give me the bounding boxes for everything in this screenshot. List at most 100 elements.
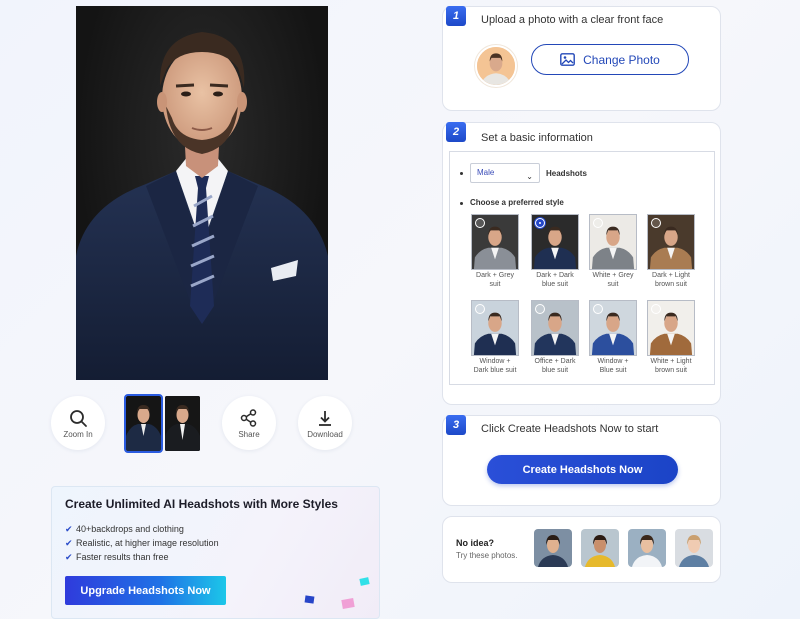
style-caption: Dark + Light brown suit <box>646 272 696 289</box>
confetti-decoration <box>359 577 370 586</box>
gender-select-value: Male <box>477 168 495 177</box>
thumbnail-strip <box>124 394 200 453</box>
step-1-card: 1 Upload a photo with a clear front face… <box>442 6 721 111</box>
confetti-decoration <box>304 595 315 604</box>
style-caption-line: Dark blue suit <box>473 366 517 374</box>
step-3-card: 3 Click Create Headshots Now to start Cr… <box>442 415 721 506</box>
change-photo-button[interactable]: Change Photo <box>531 44 689 75</box>
style-radio[interactable] <box>651 304 661 314</box>
style-thumbnail <box>531 214 579 270</box>
style-radio[interactable] <box>593 304 603 314</box>
style-caption: Window + Blue suit <box>588 358 638 375</box>
style-option[interactable]: Dark + Grey suit <box>470 214 520 289</box>
style-caption-line: White + Light <box>650 358 692 365</box>
check-icon: ✔ <box>65 538 73 548</box>
style-caption: Dark + Grey suit <box>470 272 520 289</box>
style-caption-line: blue suit <box>541 280 569 288</box>
style-option[interactable]: Window + Blue suit <box>588 300 638 375</box>
style-caption: White + Light brown suit <box>646 358 696 375</box>
download-icon <box>319 410 331 426</box>
headshot-preview-image <box>76 6 328 380</box>
style-thumbnail <box>647 300 695 356</box>
style-option[interactable]: Dark + Dark blue suit <box>530 214 580 289</box>
bullet-dot <box>460 172 463 175</box>
style-caption-line: suit <box>489 280 501 288</box>
style-caption-line: Dark + Dark <box>536 272 574 279</box>
style-caption-line: Window + <box>479 358 511 365</box>
style-radio[interactable] <box>535 218 545 228</box>
style-radio[interactable] <box>593 218 603 228</box>
promo-feature: ✔ Realistic, at higher image resolution <box>65 538 219 548</box>
style-caption-line: blue suit <box>541 366 569 374</box>
style-thumbnail <box>647 214 695 270</box>
style-caption-line: Blue suit <box>599 366 627 374</box>
promo-feature: ✔ 40+backdrops and clothing <box>65 524 184 534</box>
style-option[interactable]: White + Grey suit <box>588 214 638 289</box>
style-radio[interactable] <box>475 304 485 314</box>
style-caption-line: Window + <box>597 358 629 365</box>
thumbnail-black-suit[interactable] <box>165 396 200 451</box>
style-option[interactable]: White + Light brown suit <box>646 300 696 375</box>
style-option[interactable]: Window + Dark blue suit <box>470 300 520 375</box>
image-icon <box>560 53 576 66</box>
step-3-badge: 3 <box>446 415 466 435</box>
create-headshots-button[interactable]: Create Headshots Now <box>487 455 678 484</box>
style-caption-line: Office + Dark <box>534 358 576 365</box>
share-label: Share <box>238 429 260 439</box>
gender-select[interactable]: Male ⌄ <box>470 163 540 183</box>
step-2-badge: 2 <box>446 122 466 142</box>
chevron-down-icon: ⌄ <box>526 172 533 181</box>
confetti-decoration <box>341 598 355 609</box>
style-caption-line: White + Grey <box>592 272 634 279</box>
style-option[interactable]: Dark + Light brown suit <box>646 214 696 289</box>
style-caption-line: brown suit <box>655 280 687 288</box>
style-section-label: Choose a preferred style <box>470 198 564 207</box>
style-thumbnail <box>471 214 519 270</box>
style-caption: Dark + Dark blue suit <box>530 272 580 289</box>
zoom-in-button[interactable]: Zoom In <box>51 396 105 450</box>
sample-man-white-shirt[interactable] <box>628 529 666 567</box>
change-photo-label: Change Photo <box>583 52 660 67</box>
promo-title: Create Unlimited AI Headshots with More … <box>65 497 338 511</box>
sample-woman-yellow[interactable] <box>581 529 619 567</box>
headshots-label: Headshots <box>546 169 587 178</box>
style-option[interactable]: Office + Dark blue suit <box>530 300 580 375</box>
share-icon <box>240 408 257 427</box>
sample-woman-blonde[interactable] <box>675 529 713 567</box>
check-icon: ✔ <box>65 552 73 562</box>
basic-info-panel: Male ⌄ Headshots Choose a preferred styl… <box>449 151 715 385</box>
promo-feature: ✔ Faster results than free <box>65 552 169 562</box>
bullet-dot <box>460 202 463 205</box>
style-thumbnail <box>589 214 637 270</box>
style-radio[interactable] <box>651 218 661 228</box>
style-caption-line: Dark + Grey <box>476 272 514 279</box>
zoom-in-label: Zoom In <box>63 429 93 439</box>
upgrade-headshots-button[interactable]: Upgrade Headshots Now <box>65 576 226 605</box>
promo-feature-list: ✔ 40+backdrops and clothing ✔ Realistic, a… <box>65 522 219 564</box>
magnifier-icon <box>70 409 87 427</box>
download-button[interactable]: Download <box>298 396 352 450</box>
style-caption-line: brown suit <box>655 366 687 374</box>
share-button[interactable]: Share <box>222 396 276 450</box>
no-idea-title: No idea? <box>456 538 495 548</box>
upgrade-promo-card: Create Unlimited AI Headshots with More … <box>51 486 380 619</box>
uploaded-photo-avatar <box>475 45 517 87</box>
style-caption-line: suit <box>607 280 619 288</box>
style-thumbnail <box>471 300 519 356</box>
sample-man-office[interactable] <box>534 529 572 567</box>
no-idea-subtitle: Try these photos. <box>456 551 518 560</box>
step-2-title: Set a basic information <box>481 132 593 144</box>
step-3-title: Click Create Headshots Now to start <box>481 423 659 435</box>
sample-photos-card: No idea? Try these photos. <box>442 516 721 583</box>
thumbnail-navy-suit[interactable] <box>124 394 163 453</box>
step-2-card: 2 Set a basic information Male ⌄ Headsho… <box>442 122 721 405</box>
check-icon: ✔ <box>65 524 73 534</box>
download-label: Download <box>307 429 343 439</box>
style-radio[interactable] <box>535 304 545 314</box>
style-caption-line: Dark + Light <box>652 272 690 279</box>
style-caption: Office + Dark blue suit <box>530 358 580 375</box>
style-caption: Window + Dark blue suit <box>470 358 520 375</box>
step-1-title: Upload a photo with a clear front face <box>481 14 664 26</box>
style-caption: White + Grey suit <box>588 272 638 289</box>
style-radio[interactable] <box>475 218 485 228</box>
